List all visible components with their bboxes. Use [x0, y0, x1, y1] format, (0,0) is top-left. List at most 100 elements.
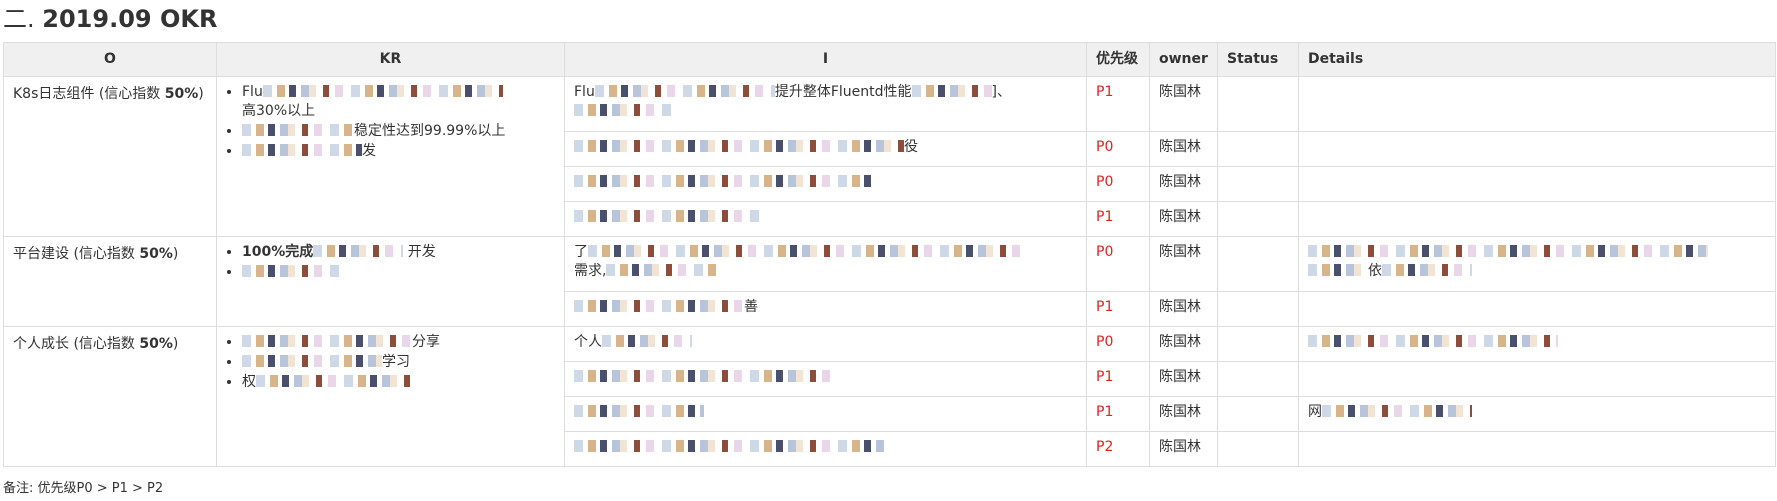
- header-status: Status: [1217, 42, 1299, 77]
- status-cell: [1217, 326, 1299, 362]
- redacted-block: [1382, 264, 1472, 276]
- initiative-text: 提升整体Fluentd性能: [774, 84, 912, 100]
- initiative-cell: [564, 396, 1087, 432]
- confidence-value: 50%: [139, 246, 173, 262]
- owner-cell: 陈国林: [1149, 361, 1218, 397]
- redacted-block: [574, 210, 764, 222]
- redacted-block: [1322, 405, 1472, 417]
- owner-cell: 陈国林: [1149, 131, 1218, 167]
- status-cell: [1217, 76, 1299, 132]
- redacted-block: [574, 175, 874, 187]
- page: 二. 2019.09 OKR O KR I 优先级 owner Status D…: [0, 0, 1777, 496]
- initiative-text: 个人: [574, 334, 602, 350]
- initiative-cell: [564, 201, 1087, 237]
- kr-cell: Flu 高30%以上 稳定性达到99.99%以上 发: [216, 76, 565, 237]
- kr-tail: 稳定性达到99.99%以上: [354, 123, 506, 139]
- initiative-cell: 役: [564, 131, 1087, 167]
- owner-cell: 陈国林: [1149, 326, 1218, 362]
- header-priority: 优先级: [1086, 42, 1150, 77]
- redacted-block: [256, 375, 416, 387]
- redacted-block: [242, 144, 362, 156]
- owner-cell: 陈国林: [1149, 76, 1218, 132]
- objective-cell: 平台建设 (信心指数 50%): [3, 236, 217, 327]
- initiative-cell: Flu 提升整体Fluentd性能]、: [564, 76, 1087, 132]
- redacted-block: [574, 440, 884, 452]
- redacted-block: [594, 85, 775, 97]
- redacted-block: [602, 335, 692, 347]
- kr-item: Flu 高30%以上: [242, 83, 555, 121]
- priority-cell: P0: [1086, 166, 1150, 202]
- priority-cell: P1: [1086, 361, 1150, 397]
- redacted-block: [1308, 245, 1708, 257]
- okr-table: O KR I 优先级 owner Status Details K8s日志组件 …: [3, 42, 1776, 467]
- redacted-block: [574, 104, 674, 116]
- kr-item: 100%完成 开发: [242, 243, 555, 262]
- status-cell: [1217, 131, 1299, 167]
- objective-close: ): [172, 336, 179, 352]
- kr-item: [242, 263, 555, 282]
- priority-cell: P1: [1086, 201, 1150, 237]
- title-main: 2019.09 OKR: [42, 5, 218, 33]
- kr-item: 权: [242, 373, 555, 392]
- status-cell: [1217, 361, 1299, 397]
- redacted-block: [242, 335, 412, 347]
- page-title: 二. 2019.09 OKR: [3, 0, 1769, 40]
- initiative-cell: [564, 431, 1087, 467]
- details-cell: [1298, 131, 1776, 167]
- footer-note: 备注: 优先级P0 > P1 > P2: [3, 481, 164, 496]
- redacted-block: [1308, 335, 1558, 347]
- details-text: 依: [1368, 263, 1382, 279]
- kr-item: 分享: [242, 333, 555, 352]
- kr-cell: 100%完成 开发: [216, 236, 565, 327]
- status-cell: [1217, 166, 1299, 202]
- redacted-block: [574, 405, 704, 417]
- owner-cell: 陈国林: [1149, 166, 1218, 202]
- header-i: I: [564, 42, 1087, 77]
- objective-label: 平台建设 (信心指数: [13, 246, 140, 262]
- details-text: 网: [1308, 404, 1322, 420]
- kr-cell: 分享 学习 权: [216, 326, 565, 467]
- redacted-block: [574, 140, 904, 152]
- header-owner: owner: [1149, 42, 1218, 77]
- details-cell: [1298, 361, 1776, 397]
- owner-cell: 陈国林: [1149, 236, 1218, 292]
- owner-cell: 陈国林: [1149, 431, 1218, 467]
- details-cell: [1298, 431, 1776, 467]
- initiative-cell: 了需求,: [564, 236, 1087, 292]
- initiative-text: Flu: [574, 84, 595, 100]
- objective-label: 个人成长 (信心指数: [13, 336, 140, 352]
- objective-label: K8s日志组件 (信心指数: [13, 86, 165, 102]
- priority-cell: P1: [1086, 396, 1150, 432]
- objective-close: ): [172, 246, 179, 262]
- redacted-block: [574, 370, 834, 382]
- initiative-cell: [564, 166, 1087, 202]
- redacted-block: [574, 300, 744, 312]
- header-kr: KR: [216, 42, 565, 77]
- confidence-value: 50%: [139, 336, 173, 352]
- priority-cell: P2: [1086, 431, 1150, 467]
- kr-item: 发: [242, 142, 555, 161]
- owner-cell: 陈国林: [1149, 291, 1218, 327]
- title-prefix: 二.: [3, 5, 35, 33]
- initiative-text: 善: [744, 299, 758, 315]
- priority-cell: P1: [1086, 76, 1150, 132]
- objective-cell: K8s日志组件 (信心指数 50%): [3, 76, 217, 237]
- status-cell: [1217, 396, 1299, 432]
- table-header-row: O KR I 优先级 owner Status Details: [3, 42, 1776, 77]
- objective-close: ): [198, 86, 204, 102]
- kr-text: 权: [242, 374, 256, 390]
- owner-cell: 陈国林: [1149, 201, 1218, 237]
- priority-cell: P0: [1086, 236, 1150, 292]
- redacted-block: [262, 85, 503, 97]
- initiative-cell: 善: [564, 291, 1087, 327]
- redacted-block: [911, 85, 992, 97]
- initiative-cell: [564, 361, 1087, 397]
- priority-cell: P0: [1086, 131, 1150, 167]
- details-cell: [1298, 326, 1776, 362]
- initiative-cell: 个人: [564, 326, 1087, 362]
- header-o: O: [3, 42, 217, 77]
- table-row: 个人成长 (信心指数 50%) 分享 学习 权 个人 P0 陈国林: [3, 326, 1776, 467]
- details-cell: 网: [1298, 396, 1776, 432]
- kr-item: 稳定性达到99.99%以上: [242, 122, 555, 141]
- table-row: K8s日志组件 (信心指数 50%) Flu 高30%以上 稳定性达到99.99%…: [3, 76, 1776, 237]
